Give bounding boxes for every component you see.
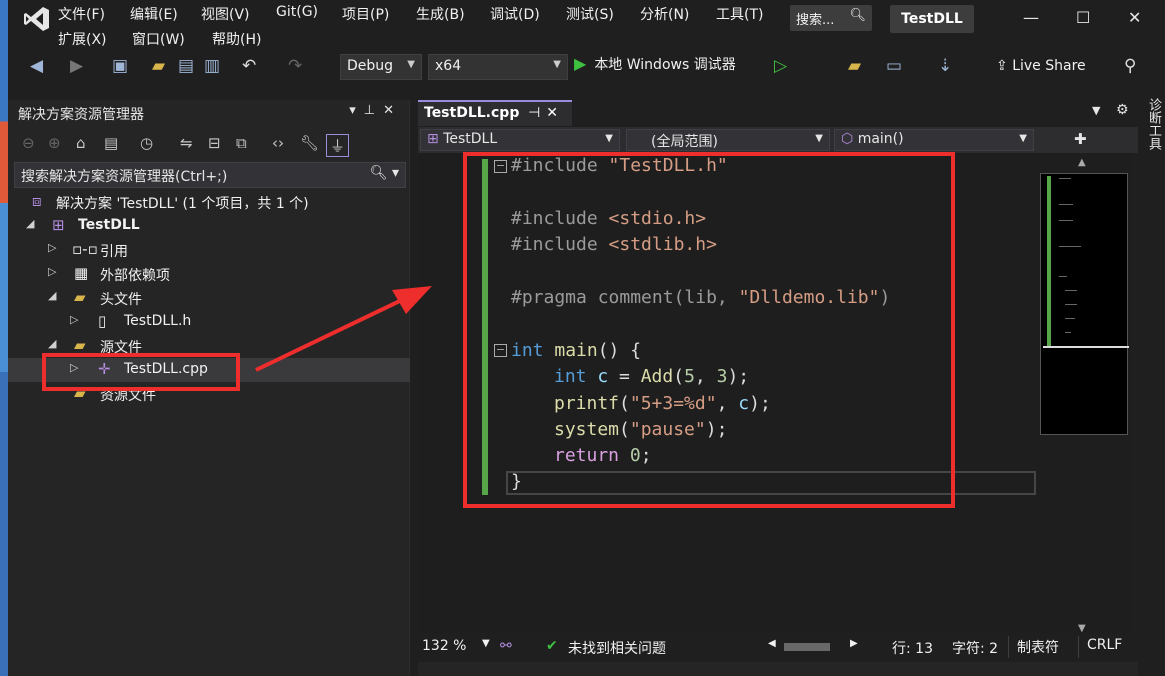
annotation-arrow-icon <box>255 286 432 372</box>
